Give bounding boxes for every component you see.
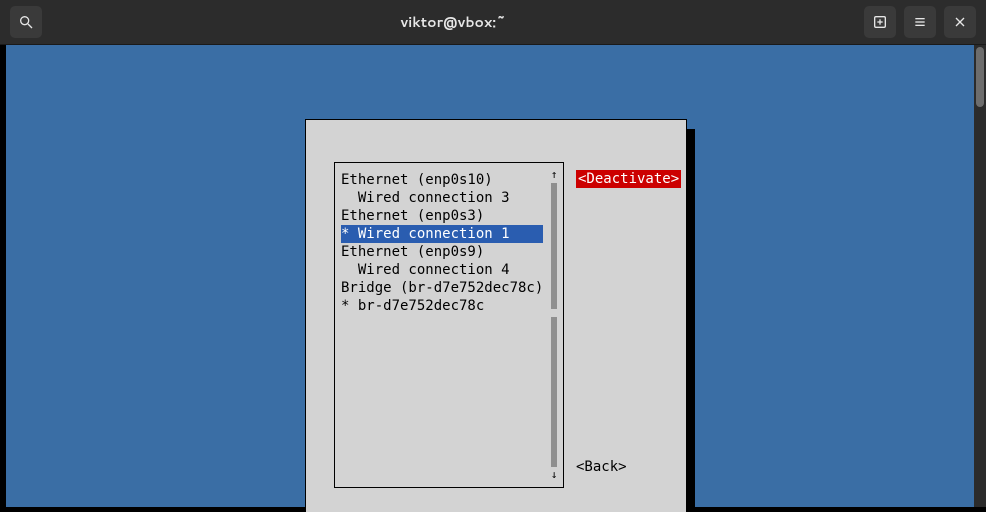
window-title: viktor@vbox:~ (42, 15, 864, 29)
back-button[interactable]: <Back> (576, 458, 627, 476)
device-header: Ethernet (enp0s3) (341, 207, 543, 225)
search-icon (18, 14, 34, 30)
connection-item[interactable]: Wired connection 3 (341, 189, 543, 207)
hamburger-icon (912, 14, 928, 30)
deactivate-button[interactable]: <Deactivate> (576, 170, 681, 188)
connection-item[interactable]: Wired connection 4 (341, 261, 543, 279)
scroll-thumb-gap (549, 309, 559, 317)
scroll-down-icon[interactable]: ↓ (549, 469, 559, 481)
search-button[interactable] (10, 6, 42, 38)
connection-list: Ethernet (enp0s10) Wired connection 3 Et… (341, 171, 543, 479)
terminal-scrollbar[interactable] (974, 45, 986, 507)
close-window-button[interactable] (944, 6, 976, 38)
new-tab-icon (872, 14, 888, 30)
terminal-area: Ethernet (enp0s10) Wired connection 3 Et… (0, 45, 986, 512)
menu-button[interactable] (904, 6, 936, 38)
connection-item-selected[interactable]: * Wired connection 1 (341, 225, 543, 243)
connection-item[interactable]: * br-d7e752dec78c (341, 297, 543, 315)
scroll-track[interactable] (551, 183, 557, 467)
new-tab-button[interactable] (864, 6, 896, 38)
device-header: Bridge (br-d7e752dec78c) (341, 279, 543, 297)
list-scrollbar[interactable]: ↑ ↓ (549, 169, 559, 481)
device-header: Ethernet (enp0s9) (341, 243, 543, 261)
window-titlebar: viktor@vbox:~ (0, 0, 986, 45)
close-icon (952, 14, 968, 30)
nmtui-dialog: Ethernet (enp0s10) Wired connection 3 Et… (305, 119, 687, 512)
connection-listbox[interactable]: Ethernet (enp0s10) Wired connection 3 Et… (334, 162, 564, 488)
terminal-scroll-thumb[interactable] (976, 47, 984, 107)
scroll-up-icon[interactable]: ↑ (549, 169, 559, 181)
device-header: Ethernet (enp0s10) (341, 171, 543, 189)
